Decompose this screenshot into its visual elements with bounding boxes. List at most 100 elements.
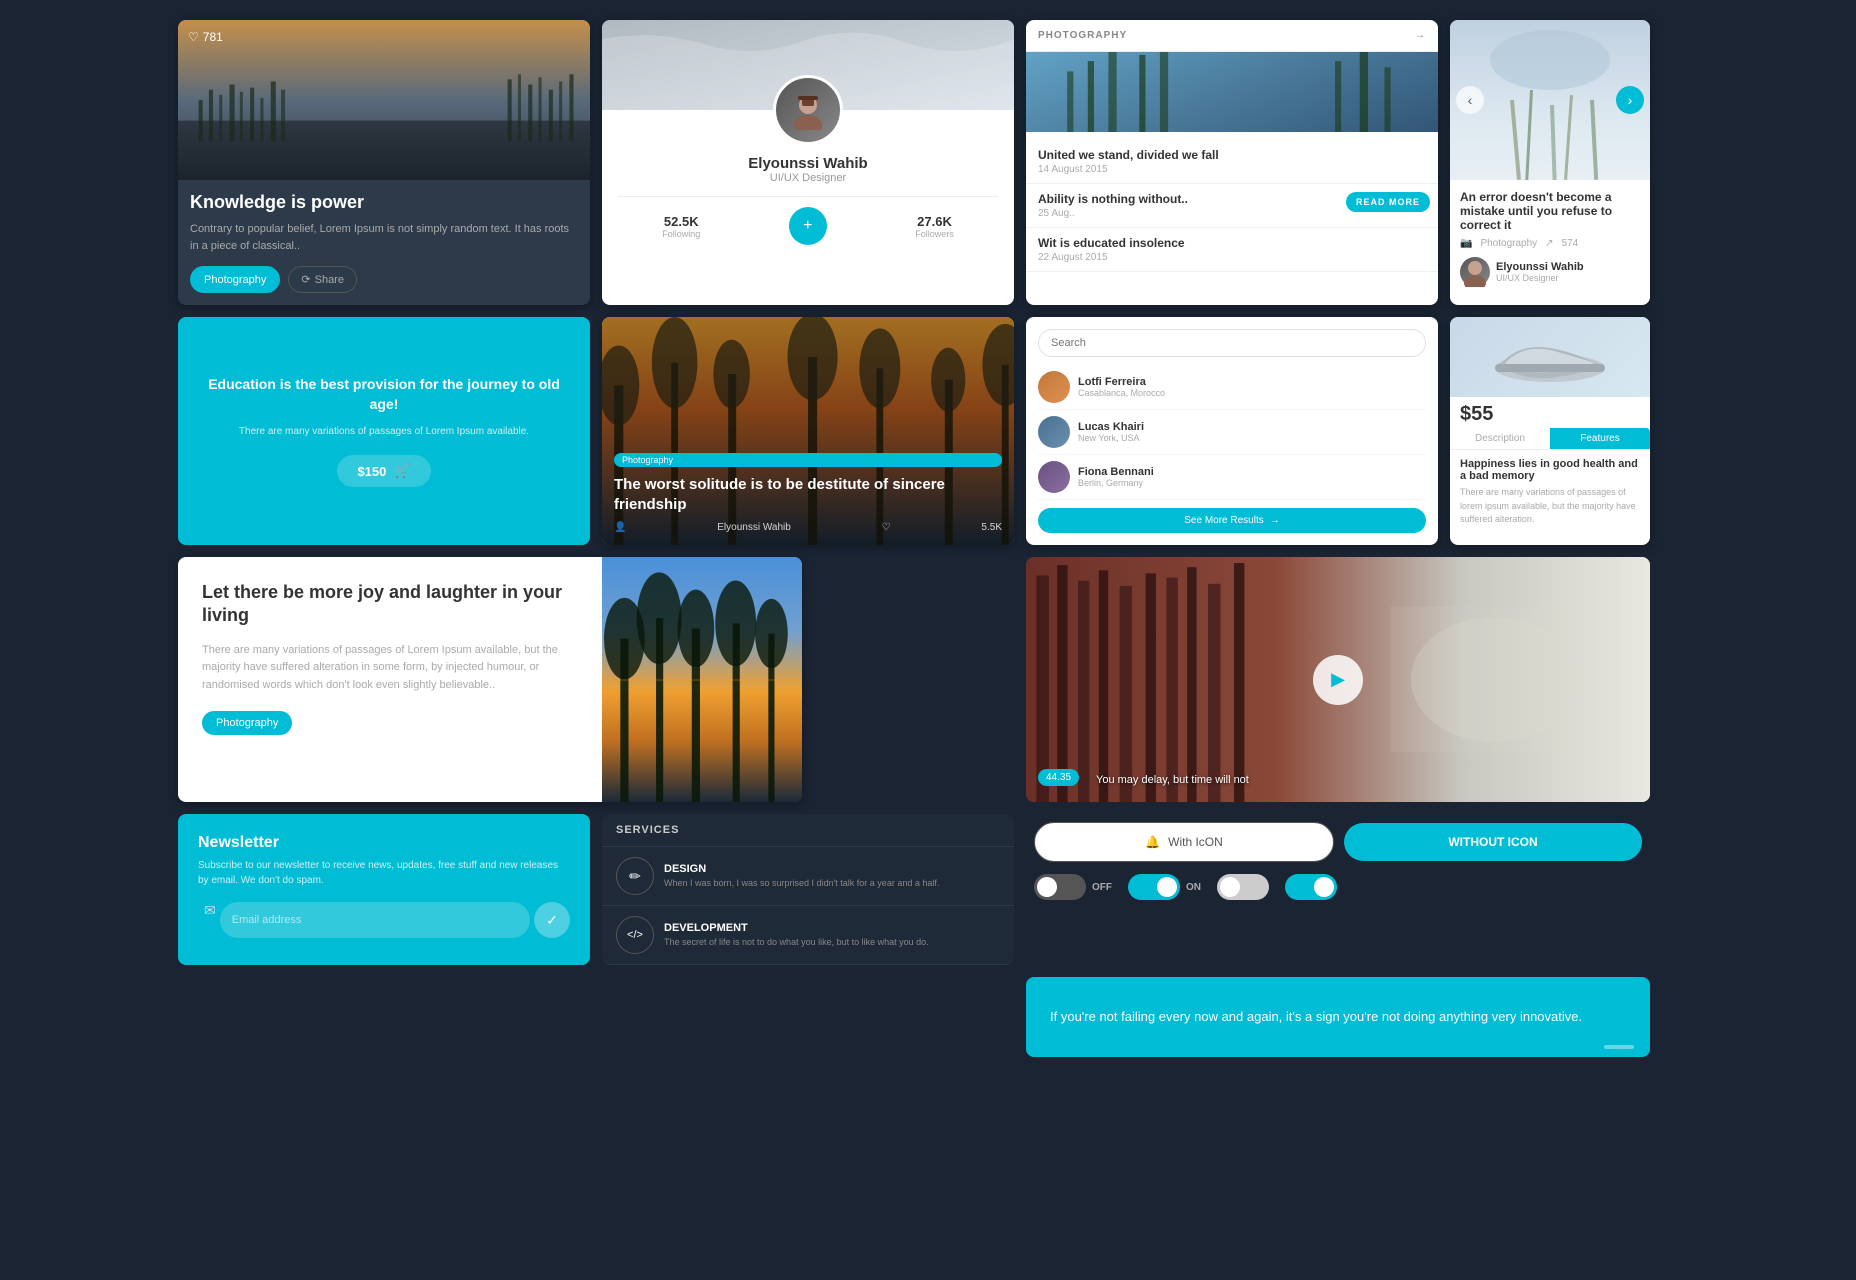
following-stat: 52.5K Following: [662, 214, 700, 239]
photography-tag-button[interactable]: Photography: [190, 266, 280, 293]
solitude-content: Photography The worst solitude is to be …: [602, 317, 1014, 545]
card-photography: PHOTOGRAPHY →: [1026, 20, 1438, 305]
newsletter-input-row: ✉ ✓: [198, 902, 570, 938]
solitude-heart-icon: ♡: [882, 522, 891, 533]
design-icon-circle: ✏: [616, 857, 654, 895]
solitude-title: The worst solitude is to be destitute of…: [614, 475, 1002, 514]
knowledge-content: Knowledge is power Contrary to popular b…: [178, 180, 590, 305]
share-icon: ⟳: [301, 273, 310, 286]
knowledge-actions: Photography ⟳ Share: [190, 266, 578, 293]
error-meta: 📷 Photography ↗ 574: [1460, 238, 1640, 249]
code-icon: </>: [627, 929, 643, 941]
toggle-off-thumb: [1037, 877, 1057, 897]
knowledge-description: Contrary to popular belief, Lorem Ipsum …: [190, 221, 578, 254]
card-product: $55 Description Features Happiness lies …: [1450, 317, 1650, 545]
error-author-avatar: [1460, 257, 1490, 287]
design-info: DESIGN When I was born, I was so surpris…: [664, 863, 939, 890]
profile-avatar: [773, 75, 843, 145]
development-info: DEVELOPMENT The secret of life is not to…: [664, 922, 929, 949]
card-joy: Let there be more joy and laughter in yo…: [178, 557, 802, 802]
entry-1-title: United we stand, divided we fall: [1038, 148, 1426, 162]
product-tabs: Description Features: [1450, 428, 1650, 450]
off-label: OFF: [1092, 882, 1112, 893]
joy-image-side: [602, 557, 802, 802]
error-title: An error doesn't become a mistake until …: [1460, 190, 1640, 232]
without-icon-button[interactable]: WITHOUT ICON: [1344, 823, 1642, 861]
followers-stat: 27.6K Followers: [915, 214, 954, 239]
profile-bg: [602, 20, 1014, 110]
toggle-off-light[interactable]: [1217, 874, 1269, 900]
share-button[interactable]: ⟳ Share: [288, 266, 357, 293]
feature-title: Happiness lies in good health and a bad …: [1460, 458, 1640, 482]
card-services: SERVICES ✏ DESIGN When I was born, I was…: [602, 814, 1014, 965]
card-newsletter: Newsletter Subscribe to our newsletter t…: [178, 814, 590, 965]
photography-entry-1[interactable]: United we stand, divided we fall 14 Augu…: [1026, 140, 1438, 184]
error-author-info: Elyounssi Wahib UI/UX Designer: [1496, 261, 1584, 283]
joy-text-side: Let there be more joy and laughter in yo…: [178, 557, 602, 802]
user-item-lucas[interactable]: Lucas Khairi New York, USA: [1038, 410, 1426, 455]
card-buttons: 🔔 With IcON WITHOUT ICON OFF ON: [1026, 814, 1650, 965]
toggle-on-thumb: [1157, 877, 1177, 897]
tab-description[interactable]: Description: [1450, 428, 1550, 449]
error-content: An error doesn't become a mistake until …: [1450, 180, 1650, 297]
follow-button[interactable]: +: [789, 207, 827, 245]
card-profile: Elyounssi Wahib UI/UX Designer 52.5K Fol…: [602, 20, 1014, 305]
button-row-main: 🔔 With IcON WITHOUT ICON: [1034, 822, 1642, 862]
toggle-on-cyan-thumb: [1314, 877, 1334, 897]
education-price-button[interactable]: $150 🛒: [337, 455, 430, 487]
user-item-lotfi[interactable]: Lotfi Ferreira Casablanca, Morocco: [1038, 365, 1426, 410]
education-description: There are many variations of passages of…: [239, 424, 529, 439]
knowledge-title: Knowledge is power: [190, 192, 578, 213]
card-video: ▶ 44.35 You may delay, but time will not: [1026, 557, 1650, 802]
bell-icon: 🔔: [1145, 835, 1160, 849]
tab-features[interactable]: Features: [1550, 428, 1650, 449]
see-more-icon: →: [1270, 515, 1280, 526]
newsletter-submit-button[interactable]: ✓: [534, 902, 570, 938]
product-tab-content: Happiness lies in good health and a bad …: [1450, 450, 1650, 535]
card-education: Education is the best provision for the …: [178, 317, 590, 545]
read-more-button[interactable]: READ MORE: [1346, 192, 1430, 212]
feature-desc: There are many variations of passages of…: [1460, 486, 1640, 527]
error-nav-next[interactable]: ›: [1616, 86, 1644, 114]
solitude-tag: Photography: [614, 453, 1002, 467]
scroll-indicator: [1604, 1045, 1634, 1049]
card-quote: If you're not failing every now and agai…: [1026, 977, 1650, 1057]
search-input[interactable]: [1038, 329, 1426, 357]
profile-stats: 52.5K Following + 27.6K Followers: [618, 196, 998, 245]
card-search: Lotfi Ferreira Casablanca, Morocco Lucas…: [1026, 317, 1438, 545]
toggle-on[interactable]: [1128, 874, 1180, 900]
user-info-lucas: Lucas Khairi New York, USA: [1078, 421, 1144, 443]
service-design: ✏ DESIGN When I was born, I was so surpr…: [602, 847, 1014, 906]
photography-header: PHOTOGRAPHY: [1038, 30, 1127, 41]
card-knowledge: ♡ 781 Knowledge is power Contrary to pop…: [178, 20, 590, 305]
photography-entries: United we stand, divided we fall 14 Augu…: [1026, 132, 1438, 280]
video-play-button[interactable]: ▶: [1313, 655, 1363, 705]
user-avatar-lotfi: [1038, 371, 1070, 403]
joy-title: Let there be more joy and laughter in yo…: [202, 581, 578, 628]
on-label: ON: [1186, 882, 1201, 893]
error-author-row: Elyounssi Wahib UI/UX Designer: [1460, 257, 1640, 287]
error-photo-bg: ‹ ›: [1450, 20, 1650, 180]
error-nav-prev[interactable]: ‹: [1456, 86, 1484, 114]
photography-arrow-icon: →: [1415, 30, 1426, 41]
user-info-fiona: Fiona Bennani Berlin, Germany: [1078, 466, 1154, 488]
toggle-on-cyan[interactable]: [1285, 874, 1337, 900]
solitude-meta: 👤 Elyounssi Wahib ♡ 5.5K: [614, 522, 1002, 533]
user-avatar-fiona: [1038, 461, 1070, 493]
toggle-off[interactable]: [1034, 874, 1086, 900]
photography-entry-3[interactable]: Wit is educated insolence 22 August 2015: [1026, 228, 1438, 272]
toggle-row: OFF ON: [1034, 874, 1642, 900]
user-item-fiona[interactable]: Fiona Bennani Berlin, Germany: [1038, 455, 1426, 500]
newsletter-email-input[interactable]: [220, 902, 530, 938]
toggle-off-light-group: [1217, 874, 1269, 900]
toggle-on-cyan-group: [1285, 874, 1337, 900]
entry-3-date: 22 August 2015: [1038, 252, 1426, 263]
photography-entry-2[interactable]: Ability is nothing without.. 25 Aug.. RE…: [1026, 184, 1438, 228]
joy-tag-button[interactable]: Photography: [202, 711, 292, 735]
card-error: ‹ › An error doesn't become a mistake un…: [1450, 20, 1650, 305]
video-caption: You may delay, but time will not: [1096, 774, 1249, 786]
toggle-off-light-thumb: [1220, 877, 1240, 897]
photography-icon: 📷: [1460, 238, 1472, 249]
see-more-button[interactable]: See More Results →: [1038, 508, 1426, 533]
with-icon-button[interactable]: 🔔 With IcON: [1034, 822, 1334, 862]
